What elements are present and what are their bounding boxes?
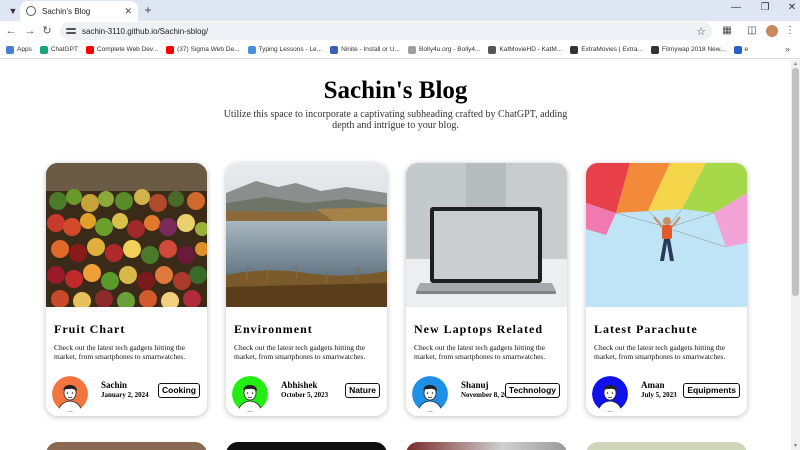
post-date: July 5, 2023 (641, 391, 677, 399)
card-description: Check out the latest tech gadgets hittin… (594, 343, 726, 361)
bookmark-favicon-icon (488, 45, 497, 54)
bookmark-item[interactable]: Apps (6, 45, 32, 54)
card-description: Check out the latest tech gadgets hittin… (54, 343, 186, 361)
bookmark-item[interactable]: Typing Lessons - Le... (247, 45, 323, 54)
author-name: Aman (641, 380, 665, 390)
bookmark-favicon-icon (39, 45, 48, 54)
bookmark-item[interactable]: (37) Sigma Web De... (166, 45, 240, 54)
author-name: Sachin (101, 380, 128, 390)
tab-active[interactable]: Sachin's Blog ✕ (20, 1, 138, 21)
bookmark-favicon-icon (247, 45, 256, 54)
author-name: Shanuj (461, 380, 489, 390)
blog-card-peek[interactable] (406, 442, 567, 450)
author-name: Abhishek (281, 380, 318, 390)
avatar (592, 376, 628, 412)
page-title: Sachin's Blog (323, 77, 468, 104)
bookmark-item[interactable]: ChatGPT (39, 45, 78, 54)
bookmark-favicon-icon (330, 45, 339, 54)
page-subtitle: Utilize this space to incorporate a capt… (223, 109, 568, 131)
kebab-icon[interactable]: ⋮ (783, 25, 797, 37)
url-text[interactable]: sachin-3110.github.io/Sachin-sblog/ (82, 27, 696, 36)
bookmark-favicon-icon (166, 45, 175, 54)
card-image-parachute (586, 163, 747, 307)
card-title[interactable]: Latest Parachute (594, 322, 698, 337)
post-date: October 5, 2023 (281, 391, 329, 399)
bookmark-item[interactable]: ExtraMovies | Extra... (570, 45, 643, 54)
category-tag[interactable]: Nature (345, 383, 380, 398)
scroll-down-icon[interactable]: ▼ (792, 443, 799, 449)
bookmark-favicon-icon (733, 45, 742, 54)
card-title[interactable]: New Laptops Related (414, 322, 543, 337)
bookmark-label: KatMovieHD - KatM... (499, 46, 563, 53)
bookmark-favicon-icon (6, 45, 14, 54)
puzzle-icon[interactable]: ▦ (720, 25, 734, 37)
bookmark-label: e (744, 46, 749, 53)
bookmark-favicon-icon (85, 45, 94, 54)
bookmark-label: ExtraMovies | Extra... (581, 46, 643, 53)
address-bar[interactable]: sachin-3110.github.io/Sachin-sblog/ ☆ (60, 22, 712, 40)
scrollbar-thumb[interactable] (792, 68, 799, 296)
page-content: Sachin's Blog Utilize this space to inco… (0, 60, 791, 450)
blog-card[interactable]: Environment Check out the latest tech ga… (226, 163, 387, 416)
chevron-down-icon[interactable]: ▼ (6, 4, 20, 18)
bookmark-item[interactable]: KatMovieHD - KatM... (488, 45, 563, 54)
bookmark-label: (37) Sigma Web De... (177, 46, 240, 53)
bookmark-item[interactable]: Ninite - Install or U... (330, 45, 400, 54)
avatar (412, 376, 448, 412)
blog-card[interactable]: New Laptops Related Check out the latest… (406, 163, 567, 416)
scrollbar[interactable]: ▲ ▼ (791, 60, 800, 450)
bookmark-item[interactable]: Filmywap 2018 New... (650, 45, 726, 54)
card-description: Check out the latest tech gadgets hittin… (414, 343, 546, 361)
bookmark-label: ChatGPT (50, 46, 78, 53)
bookmarks-bar: Apps ChatGPT Complete Web Dev... (37) Sigma… (0, 41, 800, 59)
side-panel-icon[interactable]: ◫ (745, 25, 759, 37)
card-description: Check out the latest tech gadgets hittin… (234, 343, 366, 361)
bookmark-label: Ninite - Install or U... (341, 46, 400, 53)
avatar (232, 376, 268, 412)
card-image-lake (226, 163, 387, 307)
close-icon[interactable]: ✕ (124, 6, 132, 17)
blog-card-peek[interactable] (46, 442, 207, 450)
category-tag[interactable]: Equipments (683, 383, 740, 398)
bookmark-label: Complete Web Dev... (96, 46, 159, 53)
card-image-fruit-market (46, 163, 207, 307)
blog-card[interactable]: Latest Parachute Check out the latest te… (586, 163, 747, 416)
bookmark-label: Bolly4u.org - Bolly4... (418, 46, 481, 53)
card-title[interactable]: Fruit Chart (54, 322, 125, 337)
tab-title: Sachin's Blog (42, 6, 91, 16)
star-icon[interactable]: ☆ (696, 25, 706, 38)
bookmark-label: Typing Lessons - Le... (258, 46, 323, 53)
post-date: January 2, 2024 (101, 391, 149, 399)
blog-card-peek[interactable] (586, 442, 747, 450)
tab-strip: ▼ Sachin's Blog ✕ + — ❐ ✕ (0, 0, 800, 21)
minimize-icon[interactable]: — (728, 2, 744, 13)
window-close-icon[interactable]: ✕ (784, 2, 800, 13)
arrow-right-icon[interactable]: → (23, 24, 37, 38)
bookmark-favicon-icon (570, 45, 579, 54)
avatar[interactable] (766, 25, 778, 37)
scroll-up-icon[interactable]: ▲ (792, 61, 799, 67)
maximize-icon[interactable]: ❐ (757, 2, 773, 13)
avatar (52, 376, 88, 412)
category-tag[interactable]: Technology (504, 383, 560, 398)
blog-card[interactable]: Fruit Chart Check out the latest tech ga… (46, 163, 207, 416)
plus-icon[interactable]: + (141, 3, 155, 17)
site-info-icon[interactable] (66, 27, 76, 35)
blog-card-peek[interactable] (226, 442, 387, 450)
card-title[interactable]: Environment (234, 322, 313, 337)
bookmark-favicon-icon (650, 45, 659, 54)
reload-icon[interactable]: ↻ (40, 24, 54, 38)
bookmark-favicon-icon (407, 45, 416, 54)
bookmark-item[interactable]: e (733, 45, 749, 54)
chevron-right-icon[interactable]: » (785, 44, 790, 54)
bookmark-item[interactable]: Bolly4u.org - Bolly4... (407, 45, 481, 54)
arrow-left-icon[interactable]: ← (4, 24, 18, 38)
category-tag[interactable]: Cooking (158, 383, 200, 398)
globe-icon (26, 6, 36, 16)
card-image-laptop (406, 163, 567, 307)
browser-toolbar: ← → ↻ sachin-3110.github.io/Sachin-sblog… (0, 21, 800, 41)
bookmark-item[interactable]: Complete Web Dev... (85, 45, 159, 54)
bookmark-label: Apps (17, 46, 32, 53)
bookmark-label: Filmywap 2018 New... (661, 46, 726, 53)
